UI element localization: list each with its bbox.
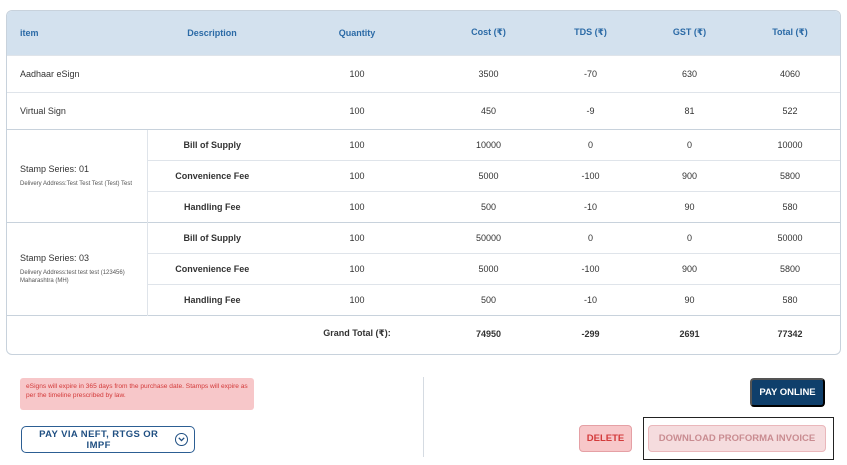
col-header-cost: Cost (₹) bbox=[471, 27, 506, 38]
vertical-divider bbox=[423, 377, 424, 457]
total-cell: 5800 bbox=[738, 159, 840, 191]
table-row: Stamp Series: 01 Delivery Address:Test T… bbox=[7, 128, 840, 222]
table-row: Virtual Sign 100 450 -9 81 522 bbox=[7, 91, 840, 129]
tds-cell: -10 bbox=[540, 283, 641, 315]
grand-total-row: Grand Total (₹): 74950 -299 2691 77342 bbox=[7, 314, 840, 352]
description-cell: Convenience Fee bbox=[146, 252, 277, 284]
total-cell: 580 bbox=[738, 190, 840, 222]
total-cell: 50000 bbox=[738, 221, 840, 253]
gst-cell: 630 bbox=[641, 54, 738, 92]
description-cell: Convenience Fee bbox=[146, 159, 277, 191]
description-cell: Bill of Supply bbox=[146, 128, 277, 160]
chevron-down-circle-icon bbox=[175, 433, 188, 446]
quantity-cell: 100 bbox=[277, 159, 437, 191]
grand-total-spacer bbox=[7, 314, 277, 352]
cost-cell: 5000 bbox=[437, 252, 540, 284]
pay-via-neft-button[interactable]: PAY VIA NEFT, RTGS OR IMPF bbox=[21, 426, 195, 453]
col-header-gst: GST (₹) bbox=[672, 27, 707, 38]
total-cell: 10000 bbox=[738, 128, 840, 160]
description-cell: Handling Fee bbox=[146, 283, 277, 315]
quantity-cell: 100 bbox=[277, 283, 437, 315]
stamp-series-cell: Stamp Series: 03 Delivery Address:test t… bbox=[7, 221, 147, 315]
grand-total-tds: -299 bbox=[540, 314, 641, 352]
grand-total-total: 77342 bbox=[738, 314, 840, 352]
tds-cell: -100 bbox=[540, 159, 641, 191]
quantity-cell: 100 bbox=[277, 190, 437, 222]
table-header-row: item Description Quantity Cost (₹) TDS (… bbox=[7, 11, 840, 55]
quantity-cell: 100 bbox=[277, 91, 437, 129]
table-row: Aadhaar eSign 100 3500 -70 630 4060 bbox=[7, 54, 840, 92]
col-header-total: Total (₹) bbox=[772, 27, 808, 38]
cost-cell: 500 bbox=[437, 190, 540, 222]
gst-cell: 81 bbox=[641, 91, 738, 129]
cost-cell: 3500 bbox=[437, 54, 540, 92]
cost-cell: 5000 bbox=[437, 159, 540, 191]
stamp-series-cell: Stamp Series: 01 Delivery Address:Test T… bbox=[7, 128, 147, 222]
grand-total-cost: 74950 bbox=[437, 314, 540, 352]
order-summary-card: item Description Quantity Cost (₹) TDS (… bbox=[6, 10, 841, 355]
gst-cell: 0 bbox=[641, 128, 738, 160]
total-cell: 4060 bbox=[738, 54, 840, 92]
pay-via-neft-label: PAY VIA NEFT, RTGS OR IMPF bbox=[39, 428, 159, 451]
description-cell: Bill of Supply bbox=[146, 221, 277, 253]
tds-cell: -70 bbox=[540, 54, 641, 92]
tds-cell: -100 bbox=[540, 252, 641, 284]
quantity-cell: 100 bbox=[277, 54, 437, 92]
download-proforma-invoice-button[interactable]: DOWNLOAD PROFORMA INVOICE bbox=[648, 425, 826, 452]
expiry-notice: eSigns will expire in 365 days from the … bbox=[20, 378, 254, 410]
cost-cell: 500 bbox=[437, 283, 540, 315]
order-table: item Description Quantity Cost (₹) TDS (… bbox=[7, 11, 840, 352]
cost-cell: 50000 bbox=[437, 221, 540, 253]
quantity-cell: 100 bbox=[277, 128, 437, 160]
stamp-series-title: Stamp Series: 01 bbox=[20, 163, 90, 174]
delivery-address: Delivery Address:test test test (123456)… bbox=[20, 269, 125, 284]
tds-cell: 0 bbox=[540, 221, 641, 253]
pay-online-button[interactable]: PAY ONLINE bbox=[750, 378, 825, 407]
col-header-quantity: Quantity bbox=[338, 27, 376, 38]
grand-total-gst: 2691 bbox=[641, 314, 738, 352]
total-cell: 522 bbox=[738, 91, 840, 129]
quantity-cell: 100 bbox=[277, 252, 437, 284]
quantity-cell: 100 bbox=[277, 221, 437, 253]
delivery-address: Delivery Address:Test Test Test (Test) T… bbox=[20, 180, 133, 187]
total-cell: 580 bbox=[738, 283, 840, 315]
cost-cell: 450 bbox=[437, 91, 540, 129]
total-cell: 5800 bbox=[738, 252, 840, 284]
gst-cell: 90 bbox=[641, 283, 738, 315]
gst-cell: 900 bbox=[641, 252, 738, 284]
delete-button[interactable]: DELETE bbox=[579, 425, 632, 452]
gst-cell: 90 bbox=[641, 190, 738, 222]
item-name: Virtual Sign bbox=[7, 91, 277, 129]
col-header-item: item bbox=[20, 27, 39, 38]
table-row: Stamp Series: 03 Delivery Address:test t… bbox=[7, 221, 840, 315]
tds-cell: -10 bbox=[540, 190, 641, 222]
col-header-tds: TDS (₹) bbox=[574, 27, 607, 38]
item-name: Aadhaar eSign bbox=[7, 54, 277, 92]
cost-cell: 10000 bbox=[437, 128, 540, 160]
stamp-series-title: Stamp Series: 03 bbox=[20, 252, 90, 263]
grand-total-label: Grand Total (₹): bbox=[277, 314, 437, 352]
description-cell: Handling Fee bbox=[146, 190, 277, 222]
col-header-description: Description bbox=[187, 27, 237, 38]
gst-cell: 900 bbox=[641, 159, 738, 191]
tds-cell: -9 bbox=[540, 91, 641, 129]
tds-cell: 0 bbox=[540, 128, 641, 160]
gst-cell: 0 bbox=[641, 221, 738, 253]
